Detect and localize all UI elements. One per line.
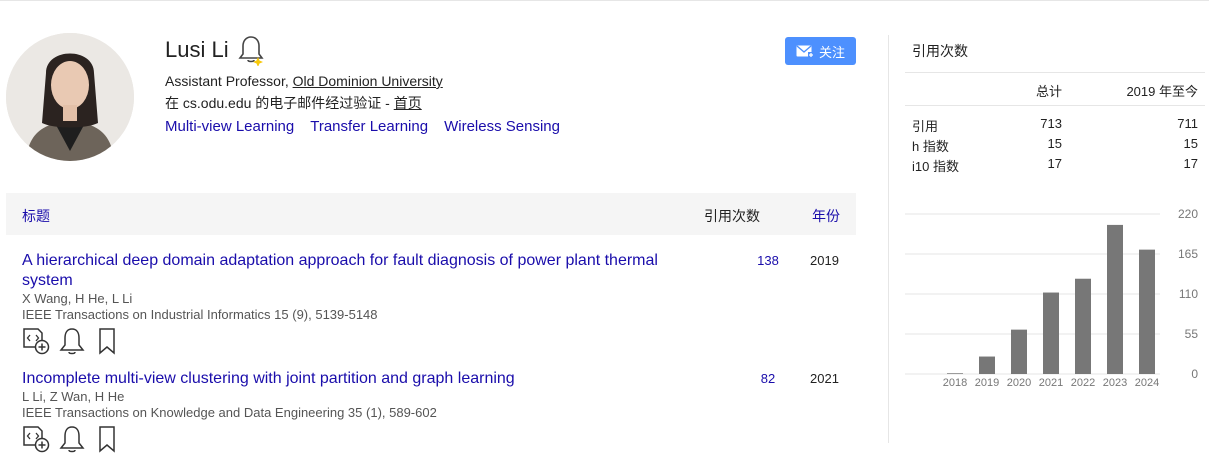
divider <box>905 105 1205 106</box>
x-tick-label: 2023 <box>1103 377 1127 389</box>
bar <box>1075 278 1091 374</box>
follow-label: 关注 <box>818 44 845 60</box>
x-tick-label: 2022 <box>1071 377 1095 389</box>
verified-email: 在 cs.odu.edu 的电子邮件经过验证 - 首页 <box>165 93 422 113</box>
profile-name: Lusi Li <box>165 34 265 67</box>
interest-link[interactable]: Transfer Learning <box>310 118 428 135</box>
interest-link[interactable]: Wireless Sensing <box>444 118 560 135</box>
article-authors: L Li, Z Wan, H He <box>22 389 125 404</box>
x-tick-label: 2021 <box>1039 377 1063 389</box>
bell-icon[interactable] <box>237 34 265 67</box>
stat-since: 15 <box>1183 136 1198 151</box>
stat-since: 711 <box>1177 116 1198 131</box>
stat-label[interactable]: i10 指数 <box>912 156 959 175</box>
affiliation-prefix: Assistant Professor, <box>165 73 293 89</box>
article-venue: IEEE Transactions on Knowledge and Data … <box>22 405 437 420</box>
x-tick-label: 2024 <box>1135 377 1159 389</box>
x-tick-label: 2020 <box>1007 377 1031 389</box>
table-row: Incomplete multi-view clustering with jo… <box>22 369 852 453</box>
homepage-link[interactable]: 首页 <box>394 95 422 111</box>
table-row: A hierarchical deep domain adaptation ap… <box>22 251 852 355</box>
stat-total: 713 <box>1040 116 1062 131</box>
mail-icon <box>796 44 814 58</box>
profile-name-text: Lusi Li <box>165 37 229 62</box>
affiliation-link[interactable]: Old Dominion University <box>293 73 443 89</box>
affiliation: Assistant Professor, Old Dominion Univer… <box>165 73 443 89</box>
article-authors: X Wang, H He, L Li <box>22 291 133 306</box>
y-tick-label: 110 <box>1179 287 1198 301</box>
bookmark-icon[interactable] <box>94 425 122 453</box>
top-divider <box>0 0 1209 1</box>
cite-add-icon[interactable] <box>22 327 50 355</box>
article-venue: IEEE Transactions on Industrial Informat… <box>22 307 378 322</box>
sort-by-title[interactable]: 标题 <box>22 206 50 226</box>
bar <box>1107 224 1123 374</box>
interest-link[interactable]: Multi-view Learning <box>165 118 294 135</box>
article-title[interactable]: A hierarchical deep domain adaptation ap… <box>22 251 672 291</box>
divider <box>905 72 1205 73</box>
publication-year: 2019 <box>810 253 839 268</box>
article-title[interactable]: Incomplete multi-view clustering with jo… <box>22 369 672 389</box>
bar <box>947 373 963 374</box>
stat-total: 17 <box>1047 156 1062 171</box>
avatar <box>6 33 134 161</box>
citations-bar-chart: 0 55 110 165 220 2018 2019 2020 2021 2022 2023 2024 <box>905 207 1199 389</box>
article-actions <box>22 327 852 355</box>
citation-count[interactable]: 82 <box>738 371 798 386</box>
bell-icon[interactable] <box>58 327 86 355</box>
verified-text: 在 cs.odu.edu 的电子邮件经过验证 - <box>165 95 394 111</box>
col-header-since: 2019 年至今 <box>1126 84 1198 99</box>
bar <box>979 356 995 374</box>
articles-table-header: 标题 引用次数 年份 <box>6 193 856 235</box>
sort-by-year[interactable]: 年份 <box>812 206 840 226</box>
stat-since: 17 <box>1183 156 1198 171</box>
bar <box>1139 249 1155 374</box>
research-interests: Multi-view Learning Transfer Learning Wi… <box>165 118 560 135</box>
y-tick-label: 0 <box>1191 367 1198 381</box>
citations-panel-title: 引用次数 <box>912 43 968 59</box>
bar <box>1043 292 1059 374</box>
stat-label: 引用 <box>912 119 939 134</box>
col-header-total: 总计 <box>1036 84 1063 99</box>
y-tick-label: 165 <box>1178 247 1198 261</box>
x-tick-label: 2018 <box>943 377 967 389</box>
y-tick-label: 55 <box>1185 327 1199 341</box>
bar <box>1011 329 1027 374</box>
publication-year: 2021 <box>810 371 839 386</box>
bookmark-icon[interactable] <box>94 327 122 355</box>
sidebar-divider <box>888 35 889 443</box>
y-tick-label: 220 <box>1178 207 1198 221</box>
sort-by-citations[interactable]: 引用次数 <box>704 206 760 226</box>
x-tick-label: 2019 <box>975 377 999 389</box>
article-actions <box>22 425 852 453</box>
follow-button[interactable]: 关注 <box>785 37 856 65</box>
citation-count[interactable]: 138 <box>738 253 798 268</box>
stat-total: 15 <box>1047 136 1062 151</box>
bell-icon[interactable] <box>58 425 86 453</box>
stat-label[interactable]: h 指数 <box>912 136 949 155</box>
cite-add-icon[interactable] <box>22 425 50 453</box>
